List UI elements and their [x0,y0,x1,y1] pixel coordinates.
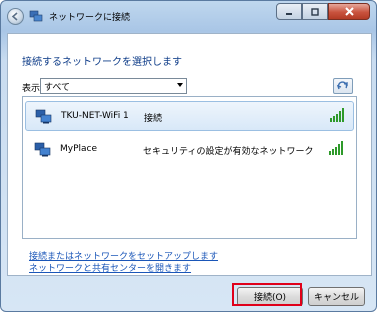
title-bar: ネットワークに接続 [1,1,376,31]
network-name: MyPlace [60,144,98,154]
window-title: ネットワークに接続 [49,13,131,23]
network-name: TKU-NET-WiFi 1 [61,111,129,121]
show-filter-dropdown[interactable]: すべて [40,78,187,94]
minimize-button[interactable] [276,3,302,20]
maximize-button[interactable] [302,3,328,20]
wireless-network-icon [34,142,51,157]
back-button[interactable] [7,8,24,25]
refresh-button[interactable] [333,78,353,94]
signal-strength-icon [330,108,344,122]
show-label: 表示 [22,84,41,94]
wireless-network-icon [35,109,52,124]
close-icon [344,7,354,16]
network-list: TKU-NET-WiFi 1 接続 MyPlace セキュリティの設定が有効なネ… [22,96,357,239]
signal-strength-icon [329,141,343,155]
network-sharing-center-link[interactable]: ネットワークと共有センターを開きます [29,261,191,274]
close-button[interactable] [328,3,370,20]
network-status: セキュリティの設定が有効なネットワーク [143,147,314,157]
cancel-button[interactable]: キャンセル [308,287,365,306]
network-item-tku-net-wifi-1[interactable]: TKU-NET-WiFi 1 接続 [25,101,354,131]
page-heading: 接続するネットワークを選択します [22,57,182,68]
network-item-myplace[interactable]: MyPlace セキュリティの設定が有効なネットワーク [25,135,352,163]
maximize-icon [311,7,319,16]
network-status: 接続 [144,114,163,124]
back-arrow-icon [11,12,18,21]
refresh-icon [336,81,348,90]
show-filter-value: すべて [44,83,71,93]
network-icon [29,10,43,22]
highlight-box [232,283,302,306]
caption-buttons [276,3,370,20]
minimize-icon [286,12,292,15]
chevron-down-icon [177,83,183,87]
